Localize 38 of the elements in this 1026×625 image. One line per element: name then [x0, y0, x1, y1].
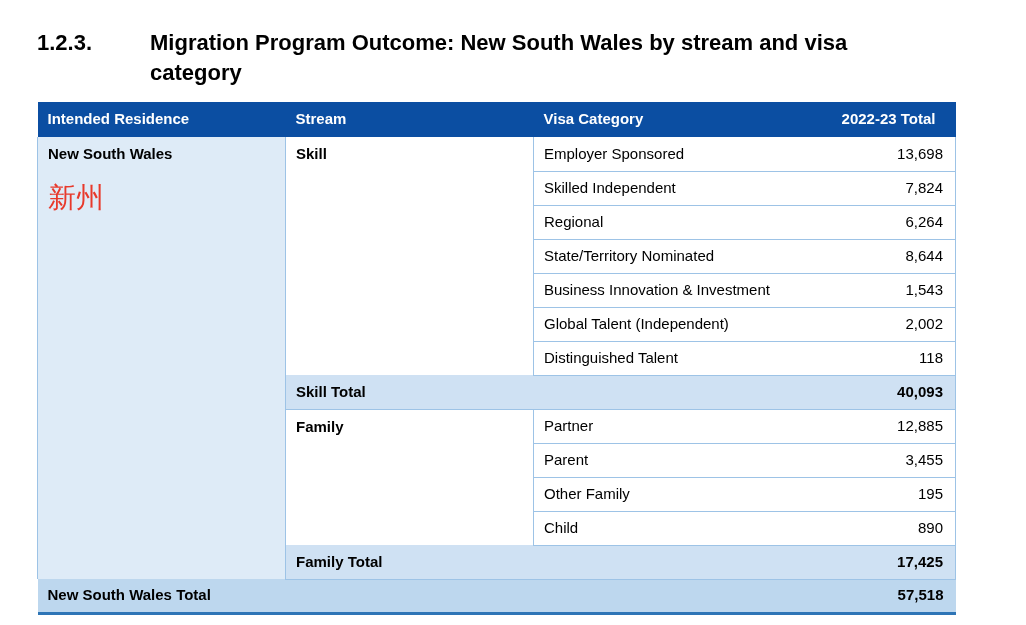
table-cell: Parent — [533, 443, 781, 477]
table-cell: Regional — [533, 205, 781, 239]
section-number: 1.2.3. — [37, 29, 94, 57]
table-cell: 1,543 — [780, 273, 956, 307]
table-cell: 3,455 — [780, 443, 956, 477]
table-cell: 118 — [780, 341, 956, 375]
column-header: Visa Category — [533, 102, 781, 137]
subtotal-label: Family Total — [285, 545, 781, 579]
table-cell: Other Family — [533, 477, 781, 511]
stream-cell: Family — [285, 409, 534, 545]
subtotal-value: 17,425 — [780, 545, 956, 579]
annotation: 新州 — [48, 183, 104, 212]
table-cell: Business Innovation & Investment — [533, 273, 781, 307]
table-cell: 2,002 — [780, 307, 956, 341]
table-cell: Skilled Independent — [533, 171, 781, 205]
section-title: Migration Program Outcome: New South Wales by stream and visa category — [150, 29, 849, 87]
residence-name: New South Wales — [48, 144, 174, 164]
table-cell: 890 — [780, 511, 956, 545]
table-cell: Global Talent (Independent) — [533, 307, 781, 341]
table-cell: 12,885 — [780, 409, 956, 443]
table-cell: 13,698 — [780, 137, 956, 171]
column-header: 2022-23 Total — [780, 102, 956, 137]
table-cell: State/Territory Nominated — [533, 239, 781, 273]
column-header: Stream — [285, 102, 534, 137]
column-header: Intended Residence — [37, 102, 286, 137]
table-cell: 195 — [780, 477, 956, 511]
table-cell: Distinguished Talent — [533, 341, 781, 375]
stream-cell: Skill — [285, 137, 534, 375]
table-cell: 6,264 — [780, 205, 956, 239]
grand-total-value: 57,518 — [780, 579, 956, 613]
subtotal-value: 40,093 — [780, 375, 956, 409]
table-cell: Child — [533, 511, 781, 545]
table-cell: Employer Sponsored — [533, 137, 781, 171]
table-cell: 8,644 — [780, 239, 956, 273]
table-cell: Partner — [533, 409, 781, 443]
grand-total-label: New South Wales Total — [37, 579, 781, 613]
table-cell: 7,824 — [780, 171, 956, 205]
subtotal-label: Skill Total — [285, 375, 781, 409]
